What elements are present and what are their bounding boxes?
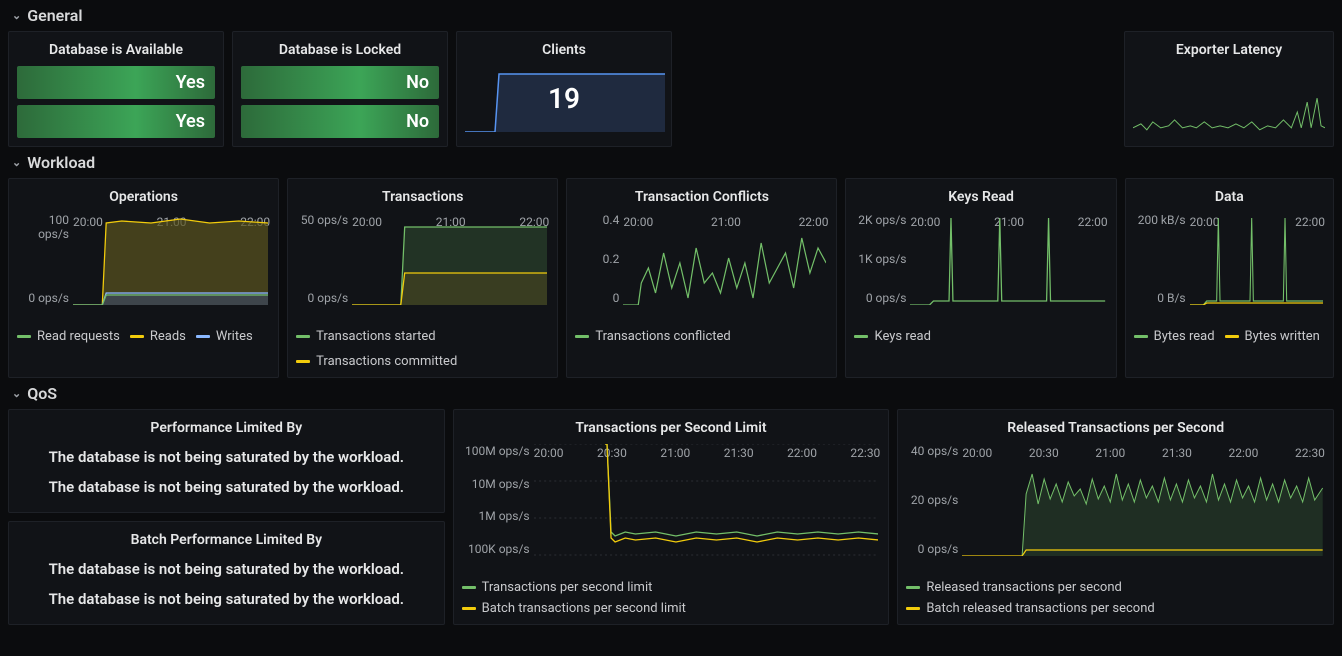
panel-conflicts[interactable]: Transaction Conflicts 0.4 0.2 0 20:00 21… <box>566 178 837 378</box>
panel-title: Keys Read <box>854 185 1107 213</box>
latency-sparkline <box>1133 92 1325 132</box>
panel-title: Performance Limited By <box>17 416 436 444</box>
chart-plot <box>1190 213 1323 305</box>
panel-tps-limit[interactable]: Transactions per Second Limit 100M ops/s… <box>453 409 890 625</box>
stat-value: Yes <box>17 66 215 99</box>
panel-released-tps[interactable]: Released Transactions per Second 40 ops/… <box>897 409 1334 625</box>
panel-clients[interactable]: Clients 19 <box>456 31 672 147</box>
y-axis: 2K ops/s 1K ops/s 0 ops/s <box>854 213 910 305</box>
row-header-general[interactable]: ⌄ General <box>8 0 1334 31</box>
row-header-qos[interactable]: ⌄ QoS <box>8 378 1334 409</box>
y-axis: 40 ops/s 20 ops/s 0 ops/s <box>906 444 962 556</box>
chevron-down-icon: ⌄ <box>12 387 21 400</box>
panel-title: Database is Available <box>17 38 215 66</box>
chart-plot <box>623 213 826 305</box>
panel-transactions[interactable]: Transactions 50 ops/s 0 ops/s 20:00 21:0… <box>287 178 558 378</box>
panel-title: Database is Locked <box>241 38 439 66</box>
chart-plot <box>534 444 879 556</box>
stat-value: Yes <box>17 105 215 138</box>
text-line: The database is not being saturated by t… <box>25 478 428 496</box>
stat-value: No <box>241 105 439 138</box>
row-header-workload[interactable]: ⌄ Workload <box>8 147 1334 178</box>
legend: Bytes read Bytes written <box>1134 323 1325 344</box>
panel-title: Transactions <box>296 185 549 213</box>
chevron-down-icon: ⌄ <box>12 156 21 169</box>
chart-plot <box>910 213 1105 305</box>
legend: Released transactions per second Batch r… <box>906 574 1325 616</box>
panel-title: Exporter Latency <box>1133 38 1325 66</box>
row-title: Workload <box>27 153 95 172</box>
legend: Transactions per second limit Batch tran… <box>462 574 881 616</box>
panel-title: Operations <box>17 185 270 213</box>
legend: Transactions started Transactions commit… <box>296 323 549 369</box>
panel-exporter-latency[interactable]: Exporter Latency <box>1124 31 1334 147</box>
stat-value: No <box>241 66 439 99</box>
panel-batch-perf-limited[interactable]: Batch Performance Limited By The databas… <box>8 521 445 625</box>
text-line: The database is not being saturated by t… <box>25 590 428 608</box>
panel-title: Transaction Conflicts <box>575 185 828 213</box>
chevron-down-icon: ⌄ <box>12 9 21 22</box>
panel-operations[interactable]: Operations 100 ops/s 0 ops/s 20:00 21:00… <box>8 178 279 378</box>
legend: Transactions conflicted <box>575 323 828 344</box>
y-axis: 200 kB/s 0 B/s <box>1134 213 1190 305</box>
panel-title: Released Transactions per Second <box>906 416 1325 444</box>
text-line: The database is not being saturated by t… <box>25 448 428 466</box>
legend: Read requests Reads Writes <box>17 323 270 344</box>
legend: Keys read <box>854 323 1107 344</box>
clients-value: 19 <box>465 82 663 115</box>
chart-plot <box>73 213 268 305</box>
panel-keys[interactable]: Keys Read 2K ops/s 1K ops/s 0 ops/s 20:0… <box>845 178 1116 378</box>
panel-title: Batch Performance Limited By <box>17 528 436 556</box>
panel-db-locked[interactable]: Database is Locked No No <box>232 31 448 147</box>
row-title: General <box>27 6 82 25</box>
text-line: The database is not being saturated by t… <box>25 560 428 578</box>
y-axis: 100 ops/s 0 ops/s <box>17 213 73 305</box>
panel-title: Transactions per Second Limit <box>462 416 881 444</box>
chart-plot <box>962 444 1323 556</box>
y-axis: 0.4 0.2 0 <box>575 213 623 305</box>
panel-data[interactable]: Data 200 kB/s 0 B/s 20:00 22:00 Bytes re… <box>1125 178 1334 378</box>
panel-perf-limited[interactable]: Performance Limited By The database is n… <box>8 409 445 513</box>
chart-plot <box>352 213 547 305</box>
y-axis: 50 ops/s 0 ops/s <box>296 213 352 305</box>
row-title: QoS <box>27 384 57 403</box>
y-axis: 100M ops/s 10M ops/s 1M ops/s 100K ops/s <box>462 444 534 556</box>
panel-db-available[interactable]: Database is Available Yes Yes <box>8 31 224 147</box>
panel-title: Clients <box>465 38 663 66</box>
panel-title: Data <box>1134 185 1325 213</box>
